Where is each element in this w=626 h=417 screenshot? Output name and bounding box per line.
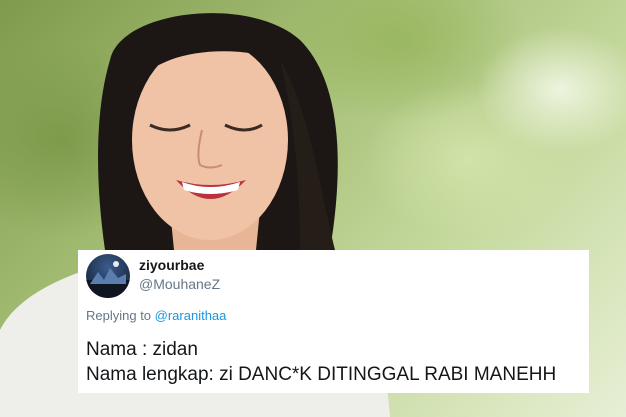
tweet-text: Nama : zidan Nama lengkap: zi DANC*K DIT… (86, 337, 556, 387)
reply-user-link[interactable]: @raranithaa (155, 308, 227, 323)
user-handle[interactable]: @MouhaneZ (139, 276, 220, 292)
display-name[interactable]: ziyourbae (139, 257, 204, 273)
tweet-card: ziyourbae @MouhaneZ Replying to @raranit… (78, 250, 589, 393)
tweet-line-1: Nama : zidan (86, 339, 198, 360)
replying-prefix: Replying to (86, 308, 155, 323)
tweet-line-2: Nama lengkap: zi DANC*K DITINGGAL RABI M… (86, 364, 557, 385)
avatar[interactable] (86, 254, 130, 298)
replying-to-line: Replying to @raranithaa (86, 308, 226, 323)
avatar-image-icon (86, 261, 130, 298)
